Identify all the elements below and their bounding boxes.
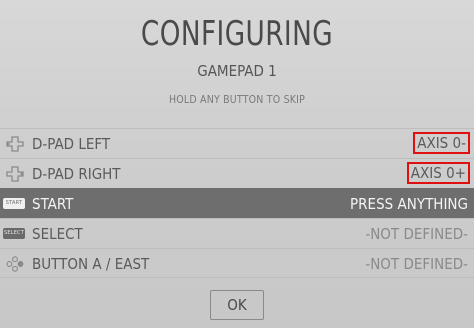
configure-input-screen: CONFIGURING GAMEPAD 1 HOLD ANY BUTTON TO… xyxy=(0,0,474,328)
skip-hint: HOLD ANY BUTTON TO SKIP xyxy=(168,94,306,106)
page-title: CONFIGURING xyxy=(140,14,334,54)
face-buttons-icon xyxy=(6,256,24,272)
mapping-value: -NOT DEFINED- xyxy=(365,225,468,243)
dpad-icon xyxy=(6,166,24,182)
start-button-icon: START xyxy=(3,198,25,209)
mapping-value: PRESS ANYTHING xyxy=(350,195,468,213)
mapping-value: AXIS 0+ xyxy=(406,162,471,184)
device-name: GAMEPAD 1 xyxy=(197,62,277,80)
mapping-row-button-a[interactable]: BUTTON A / EAST -NOT DEFINED- xyxy=(0,248,474,278)
mapping-label: BUTTON A / EAST xyxy=(32,255,150,273)
mapping-value: -NOT DEFINED- xyxy=(365,255,468,273)
mapping-label: SELECT xyxy=(32,225,83,243)
select-button-icon: SELECT xyxy=(3,228,25,239)
mapping-row-dpad-right[interactable]: D-PAD RIGHT AXIS 0+ xyxy=(0,158,474,188)
mapping-label: D-PAD LEFT xyxy=(32,135,111,153)
mapping-label: D-PAD RIGHT xyxy=(32,165,121,183)
mapping-value: AXIS 0- xyxy=(413,132,470,154)
mapping-row-dpad-left[interactable]: D-PAD LEFT AXIS 0- xyxy=(0,128,474,158)
dpad-icon xyxy=(6,136,24,152)
mapping-row-start[interactable]: START START PRESS ANYTHING xyxy=(0,188,474,218)
mapping-label: START xyxy=(32,195,74,213)
ok-button[interactable]: OK xyxy=(210,290,264,320)
mapping-row-select[interactable]: SELECT SELECT -NOT DEFINED- xyxy=(0,218,474,248)
mapping-list: D-PAD LEFT AXIS 0- D-PAD RIGHT AXIS 0+ S… xyxy=(0,128,474,278)
